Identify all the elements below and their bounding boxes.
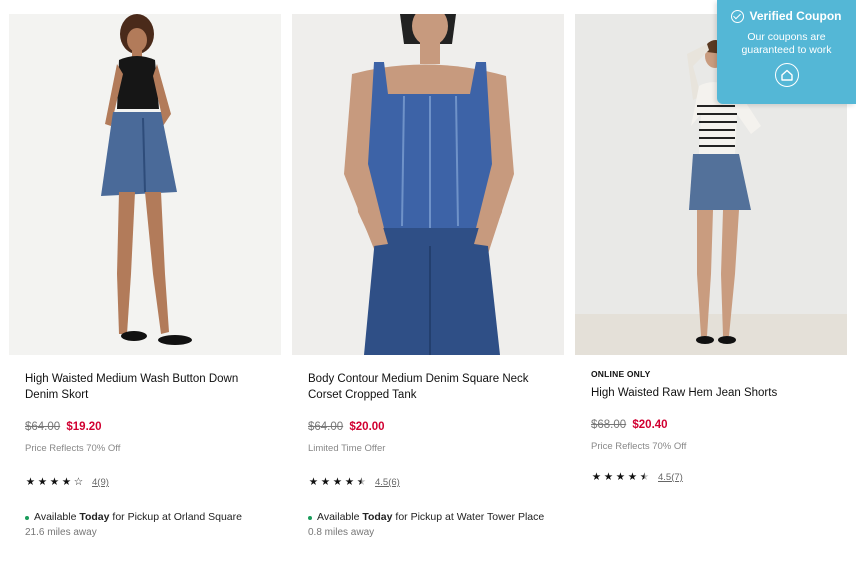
product-card[interactable]: High Waisted Medium Wash Button Down Den… <box>9 14 281 538</box>
star-half-icon: ★ <box>356 476 367 488</box>
price-row: $64.00 $20.00 <box>308 421 548 435</box>
pickup-distance: 0.8 miles away <box>308 527 375 538</box>
star-full-icon: ★ <box>25 476 36 488</box>
price-note: Price Reflects 70% Off <box>25 443 121 454</box>
pickup-text: Available Today for Pickup at Water Towe… <box>317 511 545 523</box>
product-title[interactable]: High Waisted Medium Wash Button Down Den… <box>25 371 265 403</box>
model-photo-skort <box>101 14 192 345</box>
star-full-icon: ★ <box>37 476 48 488</box>
availability-dot-icon <box>25 516 29 520</box>
online-only-badge: ONLINE ONLY <box>591 369 651 379</box>
star-full-icon: ★ <box>320 476 331 488</box>
verified-coupon-widget[interactable]: Verified Coupon Our coupons are guarante… <box>717 0 856 104</box>
star-full-icon: ★ <box>49 476 60 488</box>
star-full-icon: ★ <box>308 476 319 488</box>
product-title[interactable]: High Waisted Raw Hem Jean Shorts <box>591 385 831 401</box>
sale-price: $19.20 <box>66 421 102 433</box>
price-note: Price Reflects 70% Off <box>591 441 687 452</box>
check-circle-icon <box>731 9 745 23</box>
sale-price: $20.00 <box>349 421 385 433</box>
availability-dot-icon <box>308 516 312 520</box>
home-icon-glyph <box>780 69 793 81</box>
product-image[interactable] <box>9 14 281 355</box>
star-full-icon: ★ <box>344 476 355 488</box>
original-price: $68.00 <box>591 419 627 431</box>
coupon-header: Verified Coupon <box>717 9 856 23</box>
star-empty-icon: ☆ <box>73 476 84 488</box>
reviews-link[interactable]: 4.5(6) <box>375 477 400 488</box>
pickup-text: Available Today for Pickup at Orland Squ… <box>34 511 242 523</box>
rating: ★ ★ ★ ★ ★ 4.5(6) <box>308 477 548 489</box>
pickup-availability: Available Today for Pickup at Water Towe… <box>308 509 548 525</box>
star-full-icon: ★ <box>627 471 638 483</box>
product-title[interactable]: Body Contour Medium Denim Square Neck Co… <box>308 371 548 403</box>
rating: ★ ★ ★ ★ ★ 4.5(7) <box>591 472 831 484</box>
reviews-link[interactable]: 4(9) <box>92 477 109 488</box>
reviews-link[interactable]: 4.5(7) <box>658 472 683 483</box>
star-full-icon: ★ <box>332 476 343 488</box>
sale-price: $20.40 <box>632 419 668 431</box>
star-full-icon: ★ <box>615 471 626 483</box>
home-icon[interactable] <box>774 63 799 87</box>
rating-stars: ★ ★ ★ ★ ☆ <box>25 477 84 488</box>
rating-stars: ★ ★ ★ ★ ★ <box>591 472 650 483</box>
model-photo-corset-tank <box>344 14 514 355</box>
rating: ★ ★ ★ ★ ☆ 4(9) <box>25 477 265 489</box>
star-half-icon: ★ <box>639 471 650 483</box>
star-full-icon: ★ <box>61 476 72 488</box>
price-note: Limited Time Offer <box>308 443 386 454</box>
rating-stars: ★ ★ ★ ★ ★ <box>308 477 367 488</box>
pickup-distance: 21.6 miles away <box>25 527 97 538</box>
price-row: $64.00 $19.20 <box>25 421 265 435</box>
product-image[interactable] <box>292 14 564 355</box>
original-price: $64.00 <box>25 421 61 433</box>
product-card[interactable]: Body Contour Medium Denim Square Neck Co… <box>292 14 564 538</box>
star-full-icon: ★ <box>591 471 602 483</box>
star-full-icon: ★ <box>603 471 614 483</box>
original-price: $64.00 <box>308 421 344 433</box>
pickup-availability: Available Today for Pickup at Orland Squ… <box>25 509 265 525</box>
coupon-title: Verified Coupon <box>749 9 842 23</box>
price-row: $68.00 $20.40 <box>591 419 831 433</box>
coupon-description: Our coupons are guaranteed to work <box>741 31 832 56</box>
